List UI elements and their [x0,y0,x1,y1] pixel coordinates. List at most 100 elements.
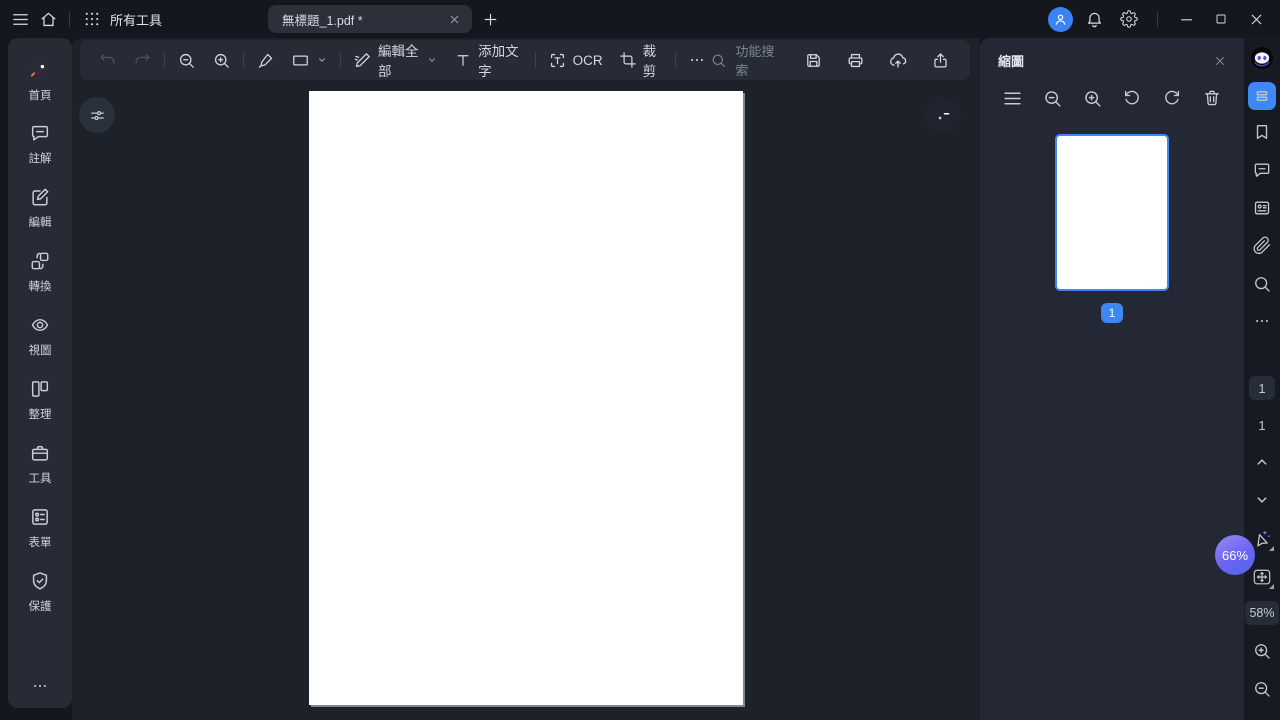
page-thumbnail[interactable] [1055,134,1169,291]
fields-button[interactable] [1252,198,1272,218]
sliders-icon [88,106,107,125]
feature-search[interactable]: 功能搜索 [710,41,778,79]
add-text-button[interactable]: 添加文字 [450,44,526,79]
delete-page-button[interactable] [1200,86,1224,110]
zoom-out-icon [1252,679,1272,699]
thumbnail-zoom-out-button[interactable] [1040,86,1064,110]
zoom-level-display[interactable]: 58% [1245,601,1279,625]
thumbnail-zoom-in-button[interactable] [1080,86,1104,110]
rail-more-button[interactable] [1253,312,1271,330]
ai-assistant-button[interactable] [1249,45,1275,71]
new-tab-button[interactable] [476,5,504,33]
attachments-button[interactable] [1253,236,1272,255]
bookmarks-button[interactable] [1252,122,1272,142]
view-options-button[interactable] [79,97,115,133]
sidebar-item-label: 工具 [28,473,52,485]
sidebar-item-tools[interactable]: 工具 [8,432,72,496]
close-window-button[interactable] [1242,5,1270,33]
sidebar-item-label: 首頁 [28,90,52,102]
home-icon [39,10,58,29]
zoom-out-button[interactable] [173,45,200,75]
redo-button[interactable] [129,45,156,75]
zoom-out-icon [177,51,196,70]
user-avatar[interactable] [1048,6,1073,32]
left-sidebar: 首頁 註解 編輯 轉換 視圖 整理 工具 表單 保護 [8,38,72,708]
sidebar-item-edit[interactable]: 編輯 [8,176,72,240]
cloud-upload-icon [888,50,908,70]
sidebar-item-organize[interactable]: 整理 [8,368,72,432]
close-window-icon [1248,11,1265,28]
divider [340,52,341,68]
rotate-right-button[interactable] [1160,86,1184,110]
highlighter-button[interactable] [252,45,279,75]
gear-icon [1120,10,1138,28]
divider [675,52,677,68]
main-toolbar: 編輯全部 添加文字 OCR 裁剪 功能搜索 [80,40,970,80]
share-button[interactable] [927,45,954,75]
sidebar-more-button[interactable] [20,670,60,702]
ellipsis-icon [1253,312,1271,330]
divider [164,52,165,68]
eye-icon [29,314,51,336]
rotate-left-button[interactable] [1120,86,1144,110]
panel-close-button[interactable] [1211,52,1229,70]
thumbnail-panel-toggle[interactable] [1248,82,1276,110]
page-number-badge: 1 [1101,303,1123,323]
panel-title: 縮圖 [998,54,1025,69]
tab-close-button[interactable] [445,10,463,28]
document-tab[interactable]: 無標題_1.pdf * [268,5,472,33]
sidebar-item-protect[interactable]: 保護 [8,560,72,624]
edit-all-button[interactable]: 編輯全部 [349,44,442,79]
all-tools-button[interactable]: 所有工具 [77,10,168,29]
maximize-button[interactable] [1207,5,1235,33]
document-canvas: 編輯全部 添加文字 OCR 裁剪 功能搜索 [72,38,980,720]
notifications-button[interactable] [1080,5,1108,33]
organize-pages-icon [29,378,51,400]
print-button[interactable] [842,45,869,75]
ai-tools-button[interactable] [925,97,961,133]
save-icon [804,51,823,70]
right-rail: 1 1 58% [1244,38,1280,720]
save-button[interactable] [800,45,827,75]
search-document-button[interactable] [1252,274,1272,294]
undo-button[interactable] [94,45,121,75]
pan-tool-button[interactable] [1251,566,1274,589]
highlighter-icon [256,51,275,70]
menu-icon [11,10,30,29]
zoom-in-icon [1082,88,1103,109]
comments-button[interactable] [1252,160,1272,180]
rail-zoom-out-button[interactable] [1252,679,1272,699]
print-icon [846,51,865,70]
divider [1157,11,1158,27]
toolbar-more-button[interactable] [684,45,710,75]
rail-zoom-in-button[interactable] [1252,641,1272,661]
home-button[interactable] [34,5,62,33]
sidebar-item-forms[interactable]: 表單 [8,496,72,560]
cloud-upload-button[interactable] [884,45,912,75]
sidebar-item-convert[interactable]: 轉換 [8,240,72,304]
sidebar-item-annotate[interactable]: 註解 [8,112,72,176]
zoom-out-icon [1042,88,1063,109]
zoom-in-button[interactable] [208,45,235,75]
ai-select-tool-button[interactable] [1251,528,1274,551]
pdf-page[interactable] [309,91,743,705]
form-icon [29,506,51,528]
ocr-button[interactable]: OCR [544,45,607,75]
previous-page-button[interactable] [1253,453,1271,471]
ai-robot-icon [1249,45,1275,71]
thumbnail-menu-button[interactable] [1000,86,1024,110]
sidebar-item-home[interactable]: 首頁 [8,48,72,112]
plus-icon [482,11,499,28]
minimize-button[interactable] [1172,5,1200,33]
next-page-button[interactable] [1253,491,1271,509]
shape-tool-button[interactable] [287,45,332,75]
sidebar-item-view[interactable]: 視圖 [8,304,72,368]
crop-label: 裁剪 [642,44,657,79]
app-menu-button[interactable] [6,5,34,33]
crop-button[interactable]: 裁剪 [615,44,668,79]
current-page-input[interactable]: 1 [1249,376,1275,400]
settings-button[interactable] [1115,5,1143,33]
text-icon [454,51,472,69]
redo-icon [133,51,152,70]
menu-icon [1002,88,1023,109]
